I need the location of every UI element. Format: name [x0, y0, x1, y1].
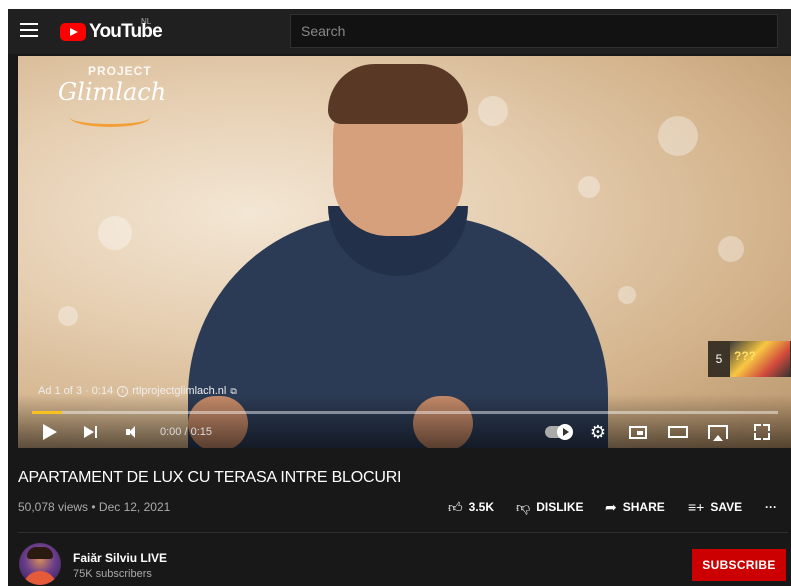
miniplayer-button[interactable] [626, 420, 650, 444]
external-link-icon[interactable]: ⧉ [230, 386, 236, 397]
time-display: 0:00 / 0:15 [160, 426, 212, 438]
settings-button[interactable]: ⚙ [586, 420, 610, 444]
bokeh-light [58, 306, 78, 326]
playlist-add-icon: ≡+ [688, 499, 705, 515]
logo-project-text: PROJECT [88, 64, 152, 78]
advertiser-link[interactable]: rtlprojectglimlach.nl [132, 385, 226, 397]
player-controls: 0:00 / 0:15 ⚙ [18, 416, 791, 448]
search-input[interactable] [291, 15, 791, 47]
hamburger-menu-icon[interactable] [20, 23, 38, 37]
like-count: 3.5K [468, 500, 494, 514]
subscribe-button[interactable]: SUBSCRIBE [692, 549, 786, 581]
miniplayer-icon [629, 425, 647, 439]
presenter-hair [328, 64, 468, 124]
bokeh-light [98, 216, 132, 250]
skip-countdown: 5 [715, 352, 723, 366]
autoplay-icon [545, 424, 573, 440]
search-box[interactable] [290, 14, 791, 48]
channel-name[interactable]: Faiăr Silviu LIVE [73, 551, 167, 565]
youtube-app: YouTube NL PROJECT Glimlach 5 [8, 9, 791, 586]
play-icon [43, 424, 57, 440]
progress-bar[interactable] [32, 411, 778, 414]
video-player[interactable]: PROJECT Glimlach 5 ??? Ad 1 of 3 · 0:14 … [18, 56, 791, 448]
divider [18, 532, 788, 533]
youtube-play-icon [60, 23, 86, 41]
save-label: SAVE [710, 500, 743, 514]
autoplay-toggle[interactable] [542, 420, 574, 444]
next-video-thumbnail: ??? [730, 341, 790, 377]
bokeh-light [718, 236, 744, 262]
play-button[interactable] [40, 420, 60, 444]
video-meta: 50,078 views • Dec 12, 2021 [18, 500, 171, 514]
subscriber-count: 75K subscribers [73, 568, 152, 580]
thumbnail-text: ??? [734, 349, 756, 363]
volume-icon [125, 426, 135, 438]
more-actions-button[interactable]: ··· [765, 499, 777, 515]
mute-button[interactable] [120, 420, 140, 444]
channel-avatar[interactable] [19, 543, 61, 585]
top-bar: YouTube NL [8, 9, 791, 54]
thumbs-up-icon: 👍︎ [448, 498, 463, 515]
share-button[interactable]: ➦ SHARE [605, 499, 665, 515]
theater-icon [668, 426, 688, 438]
video-title: APARTAMENT DE LUX CU TERASA INTRE BLOCUR… [18, 469, 402, 486]
ad-counter: Ad 1 of 3 · 0:14 [38, 385, 114, 397]
theater-mode-button[interactable] [666, 420, 690, 444]
share-icon: ➦ [605, 498, 617, 515]
next-icon [83, 426, 97, 438]
more-icon: ··· [765, 500, 777, 514]
fullscreen-icon [754, 424, 770, 440]
smile-swoosh [70, 108, 150, 127]
airplay-button[interactable] [706, 420, 730, 444]
info-icon[interactable]: i [117, 385, 129, 397]
like-button[interactable]: 👍︎ 3.5K [448, 499, 494, 515]
next-button[interactable] [80, 420, 100, 444]
gear-icon: ⚙ [589, 422, 607, 442]
bokeh-light [658, 116, 698, 156]
dislike-button[interactable]: 👎︎ DISLIKE [516, 499, 584, 515]
airplay-icon [708, 425, 728, 441]
thumbs-down-icon: 👎︎ [516, 498, 531, 515]
share-label: SHARE [622, 500, 665, 514]
fullscreen-button[interactable] [750, 420, 774, 444]
skip-ad-preview[interactable]: 5 ??? [708, 341, 791, 377]
save-button[interactable]: ≡+ SAVE [688, 499, 742, 515]
ad-info: Ad 1 of 3 · 0:14 i rtlprojectglimlach.nl… [38, 385, 237, 397]
dislike-label: DISLIKE [536, 500, 584, 514]
country-code: NL [141, 17, 152, 26]
progress-fill [32, 411, 62, 414]
